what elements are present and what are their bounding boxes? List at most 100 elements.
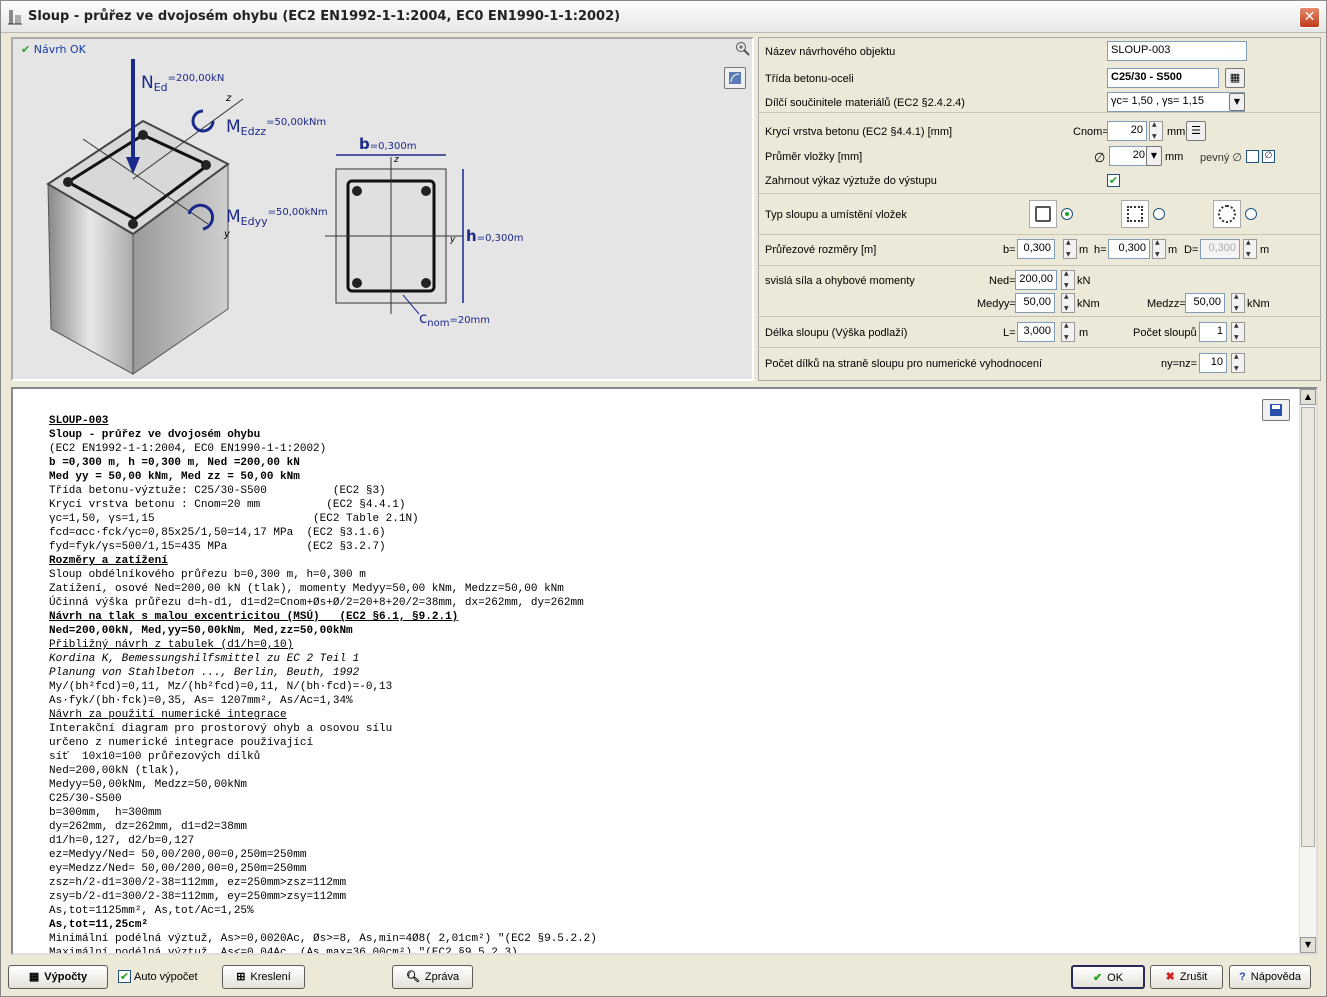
class-select-button[interactable]: ▦ — [1225, 68, 1245, 88]
save-icon — [1270, 404, 1282, 416]
help-button[interactable]: ? Nápověda — [1229, 965, 1311, 989]
report-panel[interactable]: SLOUP-003 Sloup - průřez ve dvojosém ohyb… — [11, 387, 1318, 955]
properties-panel: Název návrhového objektu SLOUP-003 Třída… — [758, 37, 1322, 381]
report-line: Ned=200,00kN, Med,yy=50,00kNm, Med,zz=50… — [49, 625, 353, 637]
scroll-thumb[interactable] — [1301, 407, 1315, 847]
report-line: Minimální podélná výztuž, As>=0,0020Ac, … — [49, 933, 597, 945]
medyy-spinner[interactable] — [1061, 293, 1075, 313]
check-icon: ✔ — [1092, 972, 1103, 984]
d-input: 0,300 — [1200, 239, 1240, 259]
report-line: ez=Medyy/Ned= 50,00/200,00=0,250m=250mm — [49, 849, 307, 861]
table-icon: ☰ — [1191, 124, 1201, 137]
medzz-value: =50,00kNm — [266, 117, 327, 128]
scroll-down-button[interactable]: ▼ — [1300, 937, 1316, 953]
section-y-label: y — [450, 235, 456, 245]
medyy-sub: Edyy — [240, 215, 268, 229]
draw-label: Kreslení — [250, 971, 291, 983]
type-label: Typ sloupu a umístění vložek — [765, 209, 907, 221]
cnom-dimension: cnom=20mm — [419, 309, 490, 329]
type-radio-circle[interactable] — [1245, 208, 1257, 220]
cancel-button[interactable]: ✖ Zrušit — [1150, 965, 1223, 989]
h-input[interactable]: 0,300 — [1108, 239, 1150, 259]
report-line: Třída betonu-výztuže: C25/30-S500 (EC2 §… — [49, 485, 386, 497]
l-spinner[interactable] — [1061, 322, 1075, 342]
ned-unit: kN — [1077, 275, 1091, 287]
report-scrollbar[interactable]: ▲ ▼ — [1299, 389, 1316, 953]
ny-spinner[interactable] — [1231, 353, 1245, 373]
help-icon: ? — [1239, 971, 1246, 983]
cover-label: Krycí vrstva betonu (EC2 §4.4.1) [mm] — [765, 126, 953, 138]
report-line: Ned=200,00kN (tlak), — [49, 765, 182, 777]
report-line: (EC2 EN1992-1-1:2004, EC0 EN1990-1-1:200… — [49, 443, 327, 455]
h-spinner[interactable] — [1152, 239, 1166, 259]
app-icon — [8, 10, 22, 25]
fixed-checkbox[interactable] — [1246, 150, 1259, 163]
close-button[interactable]: ✕ — [1299, 7, 1320, 28]
diam-dropdown[interactable]: ▼ — [1146, 146, 1162, 166]
c-symbol: c — [419, 309, 428, 327]
chevron-up-icon: ▲ — [1304, 392, 1312, 401]
report-line: Sloup - průřez ve dvojosém ohybu — [49, 429, 261, 441]
window-title: Sloup - průřez ve dvojosém ohybu (EC2 EN… — [28, 9, 621, 24]
medzz-spinner[interactable] — [1231, 293, 1245, 313]
report-line: Přibližný návrh z tabulek (d1/h=0,10) — [49, 639, 294, 651]
ned-input[interactable]: 200,00 — [1015, 270, 1057, 290]
report-line: Planung von Stahlbeton ..., Berlin, Beut… — [49, 667, 360, 679]
fixed-label: pevný ∅ — [1200, 152, 1242, 164]
medzz-unit: kNm — [1247, 298, 1270, 310]
medzz-label: MEdzz=50,00kNm — [226, 117, 326, 138]
rectangular-dotted-shape-icon[interactable] — [1121, 200, 1149, 228]
draw-button[interactable]: ⊞ Kreslení — [222, 965, 305, 989]
b-value: =0,300m — [369, 141, 417, 152]
l-input[interactable]: 3,000 — [1017, 322, 1055, 342]
medyy-symbol: M — [226, 207, 241, 227]
gamma-select[interactable]: γc= 1,50 , γs= 1,15 — [1107, 92, 1245, 112]
dims-label: Průřezové rozměry [m] — [765, 244, 877, 256]
d-label: D= — [1184, 244, 1199, 256]
group-loads: svislá síla a ohybové momenty Ned= 200,0… — [759, 267, 1322, 317]
report-label: Zahrnout výkaz výztuže do výstupu — [765, 175, 937, 187]
type-radio-rect[interactable] — [1061, 208, 1073, 220]
rectangular-shape-icon[interactable] — [1029, 200, 1057, 228]
medzz-input[interactable]: 50,00 — [1185, 293, 1225, 313]
calc-label: Výpočty — [44, 971, 88, 983]
type-radio-rect-dotted[interactable] — [1153, 208, 1165, 220]
diam-input[interactable]: 20 — [1109, 146, 1149, 166]
scroll-up-button[interactable]: ▲ — [1300, 389, 1316, 405]
b-spinner[interactable] — [1063, 239, 1077, 259]
class-input[interactable]: C25/30 - S500 — [1107, 68, 1219, 88]
ned-symbol: N — [141, 73, 154, 93]
report-line: zsy=b/2-d1=300/2-38=112mm, ey=250mm>zsy=… — [49, 891, 347, 903]
medyy-input[interactable]: 50,00 — [1015, 293, 1055, 313]
export-report-button[interactable] — [1262, 399, 1290, 421]
cnom-unit: mm — [1167, 126, 1186, 138]
ny-input[interactable]: 10 — [1199, 353, 1227, 373]
auto-calc-checkbox[interactable]: ✔ — [118, 970, 131, 983]
name-input[interactable]: SLOUP-003 — [1107, 41, 1247, 61]
report-button[interactable]: 🔍︎ Zpráva — [392, 965, 473, 989]
count-spinner[interactable] — [1231, 322, 1245, 342]
medyy-value: =50,00kNm — [267, 207, 328, 218]
report-line: As·fyk/(bh·fck)=0,35, As= 1207mm², As/Ac… — [49, 695, 353, 707]
circular-shape-icon[interactable] — [1213, 200, 1241, 228]
cnom-spinner[interactable] — [1149, 121, 1163, 141]
ok-button[interactable]: ✔ OK — [1071, 965, 1145, 989]
cnom-input[interactable]: 20 — [1107, 121, 1147, 141]
count-input[interactable]: 1 — [1199, 322, 1227, 342]
group-length: Délka sloupu (Výška podlaží) L= 3,000 m … — [759, 318, 1322, 348]
calc-button[interactable]: ▦ Výpočty — [8, 965, 108, 989]
class-label: Třída betonu-oceli — [765, 73, 854, 85]
fixed-diameter-icon[interactable]: ∅ — [1262, 150, 1275, 163]
chevron-down-icon: ▼ — [1233, 97, 1241, 106]
cover-table-button[interactable]: ☰ — [1186, 121, 1206, 141]
gamma-dropdown[interactable]: ▼ — [1229, 93, 1245, 111]
h-unit: m — [1168, 244, 1178, 256]
drawing-icon: ⊞ — [236, 971, 246, 983]
report-checkbox[interactable]: ✔ — [1107, 174, 1120, 187]
report-line: Návrh na tlak s malou excentricitou (MSÚ… — [49, 611, 459, 623]
group-type: Typ sloupu a umístění vložek — [759, 195, 1322, 235]
b-input[interactable]: 0,300 — [1017, 239, 1055, 259]
column-figure — [46, 59, 464, 375]
ned-spinner[interactable] — [1061, 270, 1075, 290]
report-line: As,tot=11,25cm² — [49, 919, 149, 931]
